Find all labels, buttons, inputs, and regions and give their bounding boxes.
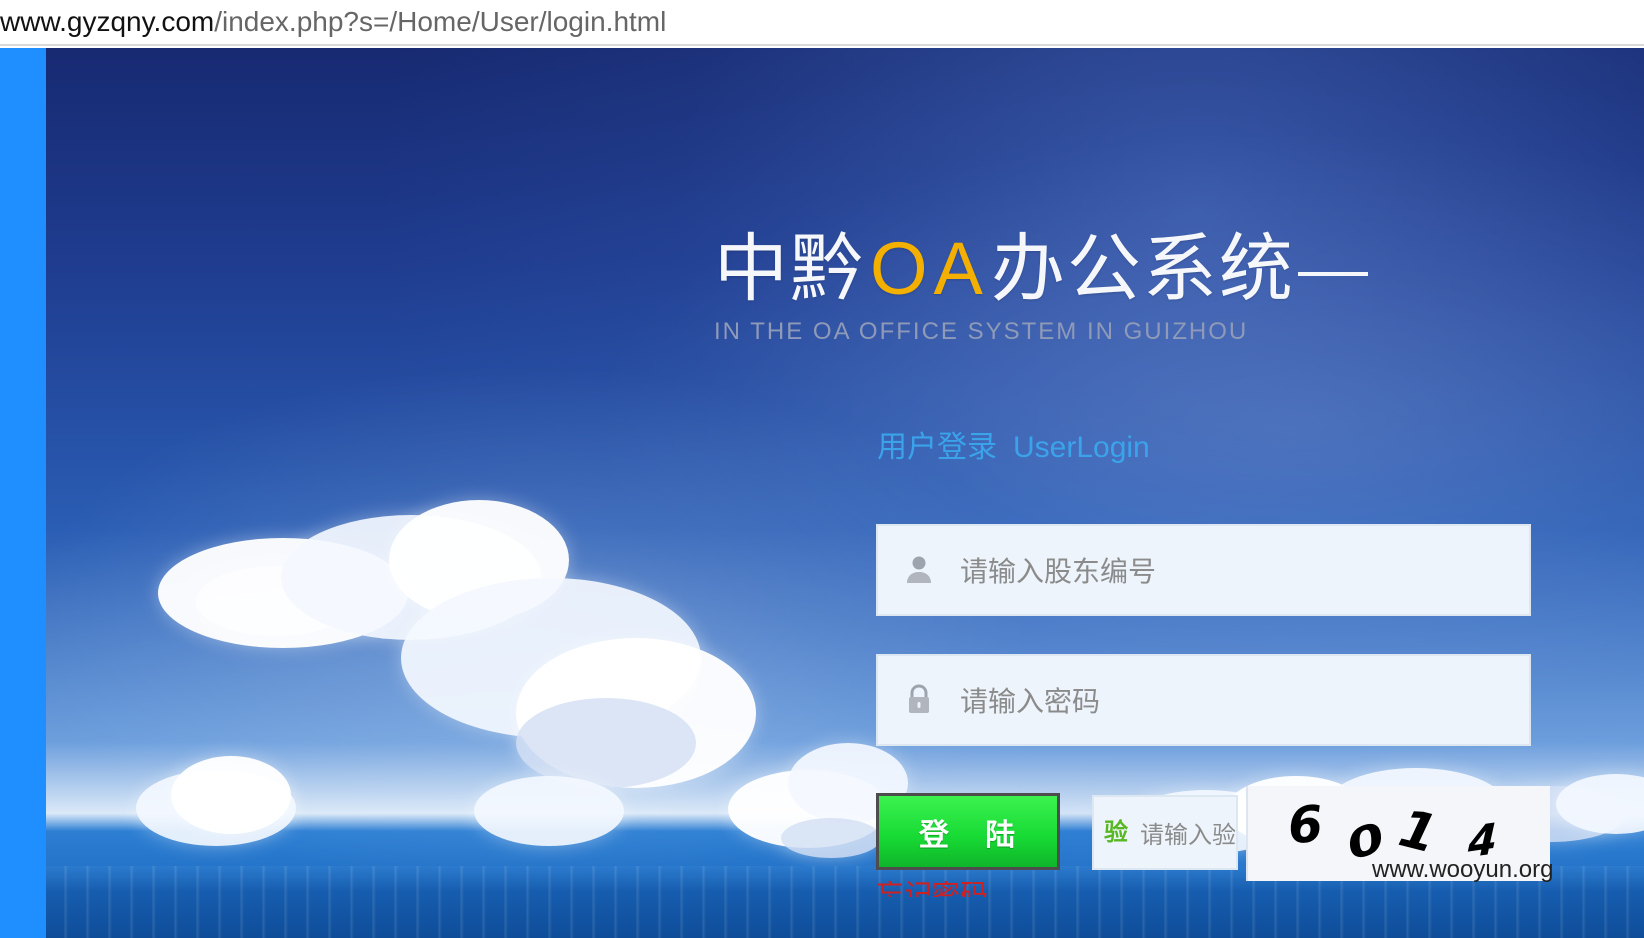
captcha-char-3: 1	[1393, 798, 1443, 866]
captcha-input[interactable]: 验 请输入验	[1092, 795, 1238, 870]
lock-icon	[878, 682, 960, 718]
system-title-suffix: 办公系统	[990, 227, 1295, 310]
watermark-text: www.wooyun.org	[1372, 856, 1554, 883]
cloud-shape	[158, 538, 408, 648]
login-heading-en: UserLogin	[1013, 431, 1150, 464]
user-icon	[878, 552, 960, 588]
login-button[interactable]: 登 陆	[876, 793, 1060, 870]
address-path: /index.php?s=/Home/User/login.html	[214, 6, 667, 37]
cloud-shape	[401, 578, 701, 738]
login-heading: 用户登录 UserLogin	[877, 433, 1150, 463]
cloud-shape	[136, 770, 296, 846]
system-title-accent: OA	[870, 227, 989, 310]
system-title-block: 中黔OA办公系统 IN THE OA OFFICE SYSTEM IN GUIZ…	[714, 232, 1414, 362]
cloud-shape	[474, 776, 624, 846]
captcha-verification-badge: 验	[1104, 818, 1128, 846]
cloud-shape	[516, 698, 696, 788]
system-subtitle: IN THE OA OFFICE SYSTEM IN GUIZHOU	[714, 318, 1249, 345]
cloud-shape	[196, 566, 356, 636]
cloud-shape	[728, 770, 888, 848]
cloud-shape	[516, 638, 756, 788]
forgot-password-link[interactable]: 忘记密码	[876, 881, 996, 897]
password-field[interactable]: 请输入密码	[876, 654, 1531, 746]
cloud-shape	[1556, 774, 1644, 834]
captcha-placeholder: 请输入验	[1140, 822, 1236, 849]
address-host: www.gyzqny.com	[0, 6, 215, 37]
address-bar[interactable]: www.gyzqny.com/index.php?s=/Home/User/lo…	[0, 0, 1644, 46]
username-field[interactable]: 请输入股东编号	[876, 524, 1531, 616]
password-placeholder: 请输入密码	[960, 686, 1101, 717]
login-page: www.gyzqny.com/index.php?s=/Home/User/lo…	[0, 0, 1644, 938]
cloud-shape	[781, 818, 881, 858]
title-dash	[1298, 272, 1368, 276]
left-accent-strip	[0, 48, 46, 938]
cloud-shape	[171, 756, 291, 834]
cloud-shape	[281, 515, 541, 640]
cloud-shape	[389, 500, 569, 620]
captcha-char-1: 6	[1286, 794, 1325, 856]
login-heading-zh: 用户登录	[877, 431, 997, 464]
system-title: 中黔OA办公系统	[714, 232, 1295, 306]
username-placeholder: 请输入股东编号	[960, 556, 1157, 587]
system-title-prefix: 中黔	[714, 227, 866, 310]
